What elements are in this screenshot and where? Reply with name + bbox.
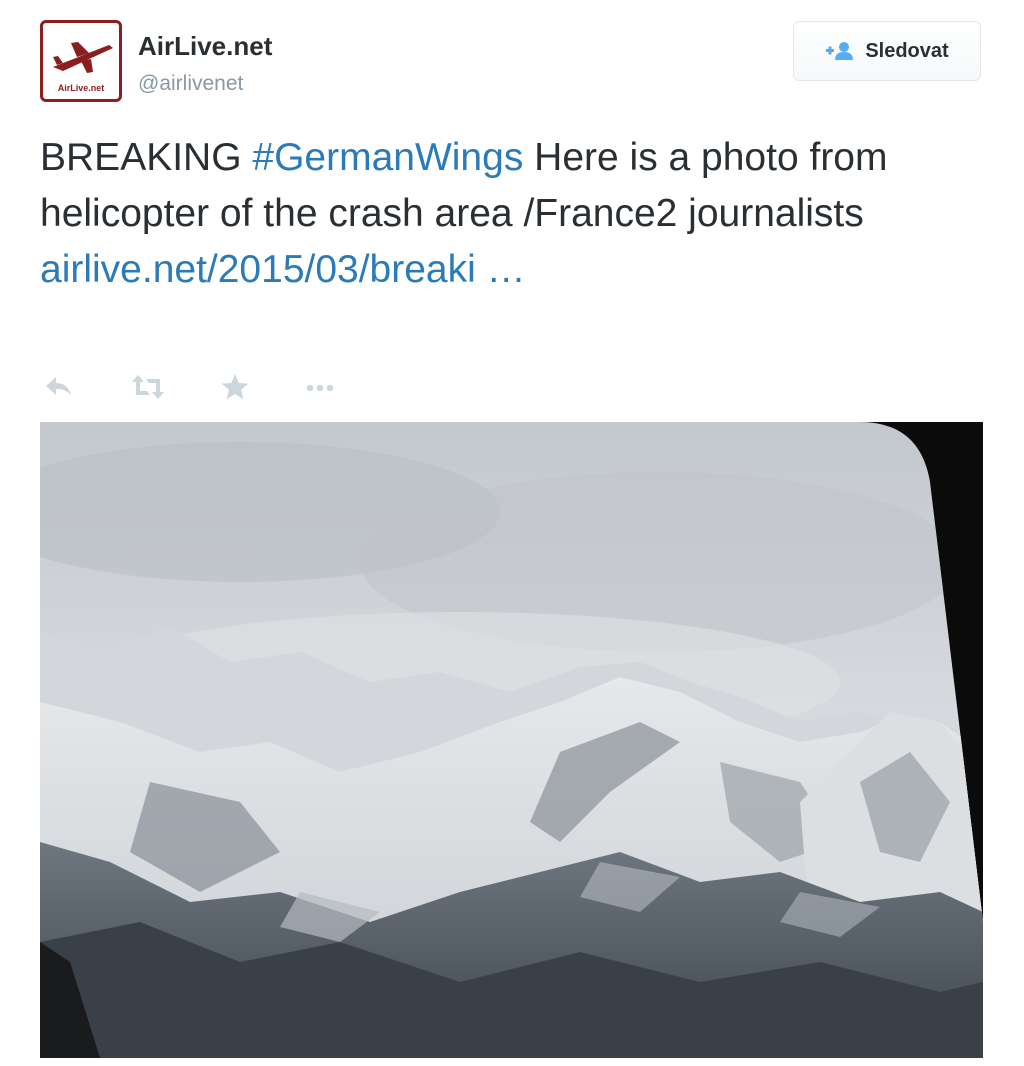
more-icon <box>306 384 334 392</box>
display-name[interactable]: AirLive.net <box>138 31 272 62</box>
reply-icon <box>46 377 71 395</box>
username[interactable]: @airlivenet <box>138 72 243 96</box>
tweet-text: BREAKING #GermanWings Here is a photo fr… <box>40 130 910 298</box>
star-icon <box>221 374 249 400</box>
avatar[interactable]: AirLive.net <box>40 20 122 102</box>
follow-button-label: Sledovat <box>865 39 949 62</box>
hashtag-link[interactable]: #GermanWings <box>252 136 523 179</box>
add-user-icon <box>826 42 854 60</box>
article-link[interactable]: airlive.net/2015/03/breaki … <box>40 248 526 291</box>
favorite-button[interactable] <box>220 373 250 406</box>
retweet-button[interactable] <box>130 373 166 406</box>
avatar-logo-text: AirLive.net <box>57 83 105 93</box>
tweet-card: AirLive.net AirLive.net @airlivenet Sled… <box>0 0 1024 1066</box>
tweet-photo[interactable] <box>40 422 983 1058</box>
retweet-icon <box>132 375 164 399</box>
more-button[interactable] <box>302 373 338 406</box>
mountain-photo-image <box>40 422 983 1058</box>
reply-button[interactable] <box>44 373 74 406</box>
follow-button[interactable]: Sledovat <box>793 21 981 81</box>
airlive-logo-icon <box>53 42 113 73</box>
tweet-text-prefix: BREAKING <box>40 136 253 179</box>
